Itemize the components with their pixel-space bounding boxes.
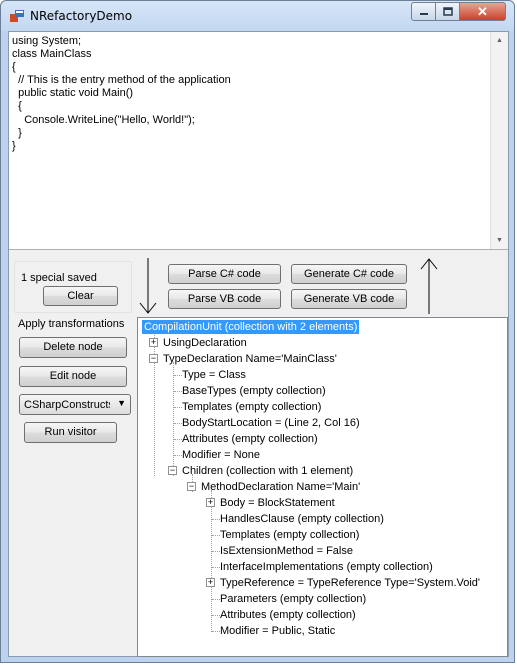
client-area: using System; class MainClass { // This …: [8, 31, 509, 657]
maximize-button[interactable]: [436, 2, 460, 21]
tree-connector: [174, 423, 182, 424]
clear-button[interactable]: Clear: [43, 286, 118, 306]
tree-connector: [212, 519, 220, 520]
splitter-down-arrow-icon: [139, 258, 157, 314]
tree-node[interactable]: Templates (empty collection): [220, 528, 359, 542]
code-text[interactable]: using System; class MainClass { // This …: [9, 32, 508, 153]
code-vertical-scrollbar[interactable]: ▲ ▼: [490, 32, 508, 249]
tree-node[interactable]: IsExtensionMethod = False: [220, 544, 353, 558]
tree-node-compilation-unit[interactable]: CompilationUnit (collection with 2 eleme…: [142, 320, 360, 334]
expand-icon[interactable]: +: [206, 578, 215, 587]
maximize-icon: [442, 7, 453, 16]
tree-node[interactable]: MethodDeclaration Name='Main': [201, 480, 360, 494]
tree-node[interactable]: UsingDeclaration: [163, 336, 247, 350]
close-icon: ✕: [477, 3, 488, 19]
collapse-icon[interactable]: −: [187, 482, 196, 491]
tree-connector: [173, 362, 174, 476]
tree-node[interactable]: Children (collection with 1 element): [182, 464, 353, 478]
title-bar[interactable]: NRefactoryDemo ✕: [1, 1, 514, 31]
tree-connector: [174, 407, 182, 408]
tree-node[interactable]: Templates (empty collection): [182, 400, 321, 414]
visitor-select-value: CSharpConstructsVisitor: [24, 399, 110, 411]
tree-node[interactable]: Attributes (empty collection): [182, 432, 318, 446]
tree-node[interactable]: Modifier = Public, Static: [220, 624, 335, 638]
tree-node[interactable]: HandlesClause (empty collection): [220, 512, 384, 526]
generate-csharp-button[interactable]: Generate C# code: [291, 264, 407, 284]
tree-connector: [211, 490, 212, 632]
tree-node[interactable]: InterfaceImplementations (empty collecti…: [220, 560, 433, 574]
tree-node[interactable]: TypeDeclaration Name='MainClass': [163, 352, 337, 366]
tree-connector: [174, 391, 182, 392]
tree-connector: [212, 567, 220, 568]
close-button[interactable]: ✕: [460, 2, 506, 21]
scroll-up-icon[interactable]: ▲: [491, 32, 508, 49]
tree-connector: [174, 375, 182, 376]
tree-node[interactable]: Type = Class: [182, 368, 246, 382]
tree-connector: [174, 455, 182, 456]
parse-vb-button[interactable]: Parse VB code: [168, 289, 281, 309]
tree-connector: [212, 535, 220, 536]
chevron-down-icon: ▼: [117, 398, 126, 408]
run-visitor-button[interactable]: Run visitor: [24, 422, 117, 443]
visitor-select[interactable]: CSharpConstructsVisitor ▼: [19, 394, 131, 415]
tree-node[interactable]: Body = BlockStatement: [220, 496, 335, 510]
expand-icon[interactable]: +: [149, 338, 158, 347]
app-icon: [10, 10, 24, 22]
tree-connector: [212, 631, 220, 632]
collapse-icon[interactable]: −: [149, 354, 158, 363]
expand-icon[interactable]: +: [206, 498, 215, 507]
minimize-button[interactable]: [411, 2, 436, 21]
generate-vb-button[interactable]: Generate VB code: [291, 289, 407, 309]
tree-node[interactable]: Parameters (empty collection): [220, 592, 366, 606]
tree-node[interactable]: Attributes (empty collection): [220, 608, 356, 622]
app-window: NRefactoryDemo ✕ using System; class Mai…: [0, 0, 515, 663]
transformations-heading: Apply transformations: [18, 318, 125, 330]
splitter-up-arrow-icon: [420, 258, 438, 314]
parse-csharp-button[interactable]: Parse C# code: [168, 264, 281, 284]
delete-node-button[interactable]: Delete node: [19, 337, 127, 358]
window-title: NRefactoryDemo: [30, 9, 133, 23]
tree-connector: [174, 439, 182, 440]
tree-node[interactable]: BodyStartLocation = (Line 2, Col 16): [182, 416, 360, 430]
scroll-down-icon[interactable]: ▼: [491, 232, 508, 249]
edit-node-button[interactable]: Edit node: [19, 366, 127, 387]
special-status: 1 special saved: [21, 272, 97, 284]
tree-node[interactable]: Modifier = None: [182, 448, 260, 462]
tree-connector: [212, 615, 220, 616]
tree-connector: [212, 599, 220, 600]
collapse-icon[interactable]: −: [168, 466, 177, 475]
code-editor[interactable]: using System; class MainClass { // This …: [9, 32, 508, 250]
tree-connector: [212, 551, 220, 552]
ast-tree-view[interactable]: + − − − + + CompilationUnit (collection …: [137, 317, 508, 657]
minimize-icon: [419, 12, 428, 15]
tree-node[interactable]: BaseTypes (empty collection): [182, 384, 326, 398]
tree-node[interactable]: TypeReference = TypeReference Type='Syst…: [220, 576, 480, 590]
